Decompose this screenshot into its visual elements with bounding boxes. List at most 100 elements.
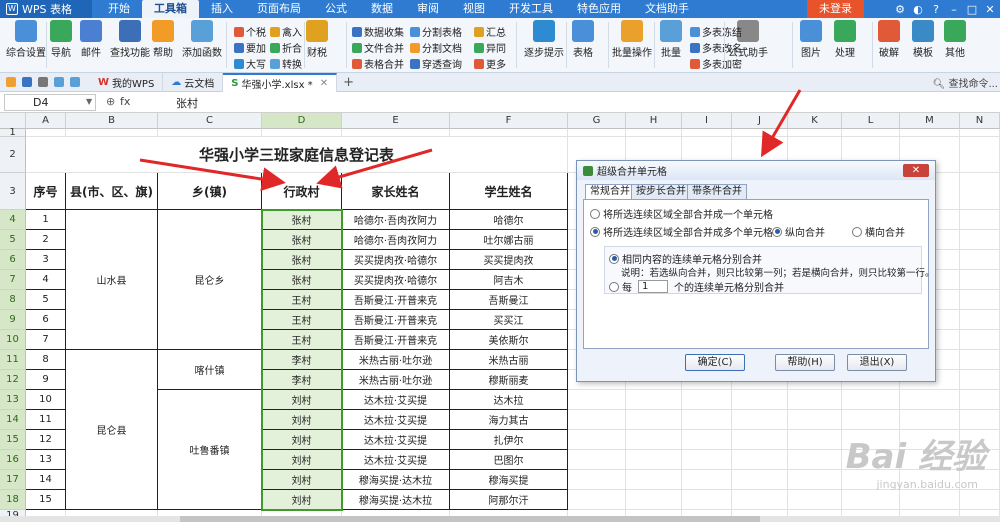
empty-cell[interactable] bbox=[960, 370, 1000, 390]
column-header[interactable]: I bbox=[682, 113, 732, 129]
empty-cell[interactable] bbox=[788, 450, 842, 470]
empty-cell[interactable] bbox=[788, 390, 842, 410]
row-header[interactable]: 13 bbox=[0, 390, 26, 410]
empty-cell[interactable] bbox=[626, 470, 682, 490]
empty-cell[interactable] bbox=[568, 470, 626, 490]
parent-name-cell[interactable]: 达木拉·艾买提 bbox=[342, 450, 450, 470]
column-header[interactable]: K bbox=[788, 113, 842, 129]
village-cell[interactable]: 张村 bbox=[262, 250, 342, 270]
column-header[interactable]: E bbox=[342, 113, 450, 129]
column-header[interactable]: J bbox=[732, 113, 788, 129]
student-name-cell[interactable]: 穆海买提 bbox=[450, 470, 568, 490]
column-title[interactable]: 行政村 bbox=[262, 173, 342, 210]
empty-cell[interactable] bbox=[682, 470, 732, 490]
village-cell[interactable]: 王村 bbox=[262, 310, 342, 330]
row-header[interactable]: 15 bbox=[0, 430, 26, 450]
empty-cell[interactable] bbox=[788, 430, 842, 450]
column-header[interactable]: L bbox=[842, 113, 900, 129]
student-name-cell[interactable]: 阿吉木 bbox=[450, 270, 568, 290]
row-header[interactable]: 1 bbox=[0, 127, 26, 138]
student-name-cell[interactable]: 吐尔娜古丽 bbox=[450, 230, 568, 250]
row-header[interactable]: 10 bbox=[0, 330, 26, 350]
row-header[interactable]: 9 bbox=[0, 310, 26, 330]
parent-name-cell[interactable]: 米热古丽·吐尔逊 bbox=[342, 370, 450, 390]
empty-cell[interactable] bbox=[158, 129, 262, 137]
empty-cell[interactable] bbox=[732, 129, 788, 137]
help-button[interactable]: 帮助(H) bbox=[775, 354, 835, 371]
empty-cell[interactable] bbox=[842, 129, 900, 137]
empty-cell[interactable] bbox=[682, 129, 732, 137]
column-header[interactable]: M bbox=[900, 113, 960, 129]
row-header[interactable]: 18 bbox=[0, 490, 26, 510]
row-header[interactable]: 11 bbox=[0, 350, 26, 370]
column-header[interactable]: D bbox=[262, 113, 342, 129]
parent-name-cell[interactable]: 达木拉·艾买提 bbox=[342, 410, 450, 430]
empty-cell[interactable] bbox=[842, 410, 900, 430]
empty-cell[interactable] bbox=[568, 450, 626, 470]
student-name-cell[interactable]: 扎伊尔 bbox=[450, 430, 568, 450]
parent-name-cell[interactable]: 穆海买提·达木拉 bbox=[342, 490, 450, 510]
student-name-cell[interactable]: 买买江 bbox=[450, 310, 568, 330]
column-title[interactable]: 乡(镇) bbox=[158, 173, 262, 210]
student-name-cell[interactable]: 阿那尔汗 bbox=[450, 490, 568, 510]
student-name-cell[interactable]: 达木拉 bbox=[450, 390, 568, 410]
tab-regular-merge[interactable]: 常规合并 bbox=[585, 184, 635, 200]
parent-name-cell[interactable]: 穆海买提·达木拉 bbox=[342, 470, 450, 490]
column-header[interactable]: F bbox=[450, 113, 568, 129]
count-input[interactable]: 1 bbox=[638, 280, 668, 293]
empty-cell[interactable] bbox=[960, 129, 1000, 137]
empty-cell[interactable] bbox=[732, 390, 788, 410]
column-header[interactable]: N bbox=[960, 113, 1000, 129]
empty-cell[interactable] bbox=[732, 470, 788, 490]
empty-cell[interactable] bbox=[568, 430, 626, 450]
empty-cell[interactable] bbox=[626, 430, 682, 450]
town-cell[interactable]: 喀什镇 bbox=[158, 350, 262, 390]
village-cell[interactable]: 刘村 bbox=[262, 450, 342, 470]
village-cell[interactable]: 李村 bbox=[262, 370, 342, 390]
row-header[interactable]: 6 bbox=[0, 250, 26, 270]
column-title[interactable]: 序号 bbox=[26, 173, 66, 210]
seq-cell[interactable]: 6 bbox=[26, 310, 66, 330]
village-cell[interactable]: 张村 bbox=[262, 270, 342, 290]
row-header[interactable]: 17 bbox=[0, 470, 26, 490]
empty-cell[interactable] bbox=[450, 129, 568, 137]
village-cell[interactable]: 王村 bbox=[262, 330, 342, 350]
village-cell[interactable]: 张村 bbox=[262, 230, 342, 250]
parent-name-cell[interactable]: 哈德尔·吾肉孜阿力 bbox=[342, 230, 450, 250]
empty-cell[interactable] bbox=[626, 390, 682, 410]
seq-cell[interactable]: 15 bbox=[26, 490, 66, 510]
empty-cell[interactable] bbox=[732, 430, 788, 450]
row-header[interactable]: 14 bbox=[0, 410, 26, 430]
seq-cell[interactable]: 4 bbox=[26, 270, 66, 290]
seq-cell[interactable]: 9 bbox=[26, 370, 66, 390]
empty-cell[interactable] bbox=[342, 129, 450, 137]
parent-name-cell[interactable]: 吾斯曼江·开普来克 bbox=[342, 330, 450, 350]
empty-cell[interactable] bbox=[900, 490, 960, 510]
empty-cell[interactable] bbox=[960, 230, 1000, 250]
county-cell[interactable]: 昆仑县 bbox=[66, 350, 158, 510]
seq-cell[interactable]: 12 bbox=[26, 430, 66, 450]
student-name-cell[interactable]: 哈德尔 bbox=[450, 210, 568, 230]
seq-cell[interactable]: 7 bbox=[26, 330, 66, 350]
row-header[interactable]: 16 bbox=[0, 450, 26, 470]
radio-button[interactable] bbox=[609, 253, 619, 264]
seq-cell[interactable]: 3 bbox=[26, 250, 66, 270]
empty-cell[interactable] bbox=[960, 410, 1000, 430]
empty-cell[interactable] bbox=[960, 137, 1000, 173]
option-merge-single[interactable]: 将所选连续区域全部合并成一个单元格 bbox=[590, 206, 773, 221]
student-name-cell[interactable]: 米热古丽 bbox=[450, 350, 568, 370]
column-title[interactable]: 家长姓名 bbox=[342, 173, 450, 210]
empty-cell[interactable] bbox=[842, 390, 900, 410]
empty-cell[interactable] bbox=[682, 410, 732, 430]
empty-cell[interactable] bbox=[568, 490, 626, 510]
village-cell[interactable]: 刘村 bbox=[262, 390, 342, 410]
empty-cell[interactable] bbox=[626, 490, 682, 510]
column-header[interactable]: C bbox=[158, 113, 262, 129]
tab-conditional-merge[interactable]: 带条件合并 bbox=[687, 184, 747, 199]
parent-name-cell[interactable]: 达木拉·艾买提 bbox=[342, 390, 450, 410]
empty-cell[interactable] bbox=[262, 129, 342, 137]
row-header[interactable]: 5 bbox=[0, 230, 26, 250]
row-header[interactable]: 4 bbox=[0, 210, 26, 230]
empty-cell[interactable] bbox=[960, 210, 1000, 230]
village-cell[interactable]: 刘村 bbox=[262, 430, 342, 450]
